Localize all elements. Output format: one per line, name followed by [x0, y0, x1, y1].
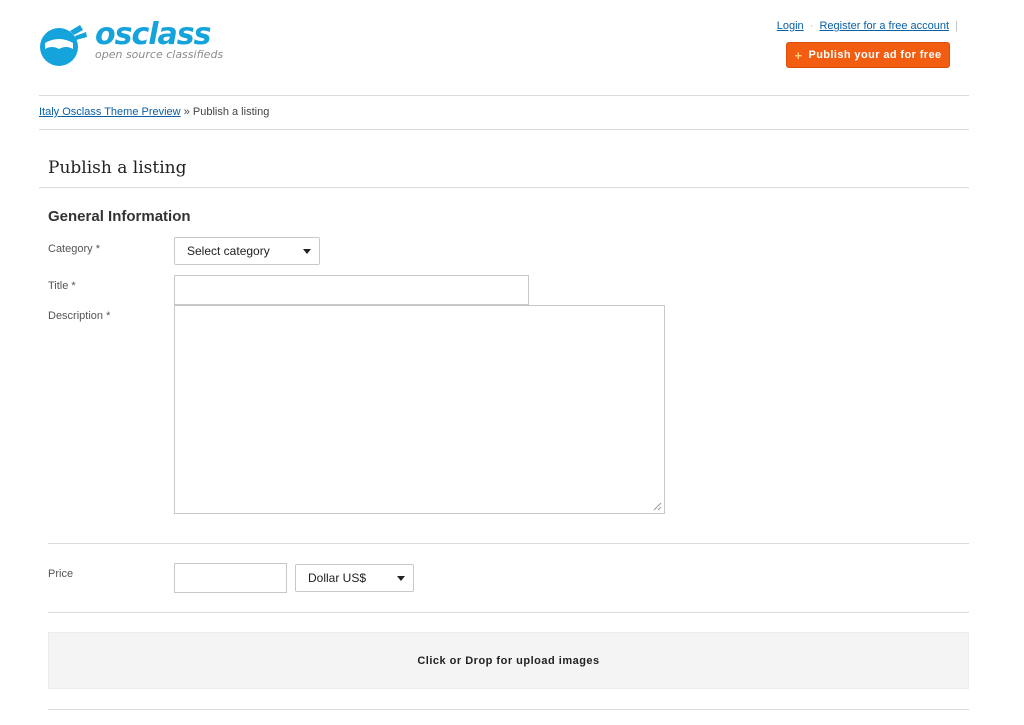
- site-logo[interactable]: osclass open source classifieds: [37, 18, 237, 68]
- site-header: osclass open source classifieds Login · …: [0, 0, 1024, 96]
- section-title-general-information: General Information: [48, 208, 191, 225]
- publish-ad-button-label: Publish your ad for free: [808, 49, 942, 61]
- title-label: Title *: [48, 280, 76, 292]
- account-links: Login · Register for a free account |: [777, 20, 961, 32]
- title-input[interactable]: [174, 275, 529, 305]
- login-link[interactable]: Login: [777, 20, 804, 32]
- description-divider: [48, 543, 969, 544]
- title-divider: [39, 187, 969, 188]
- breadcrumb-separator: »: [183, 106, 190, 118]
- price-input[interactable]: [174, 563, 287, 593]
- category-select-value: Select category: [187, 244, 270, 258]
- resize-grip-icon[interactable]: [653, 502, 662, 511]
- category-select[interactable]: Select category: [174, 237, 320, 265]
- osclass-logo-icon: [40, 25, 87, 66]
- price-label: Price: [48, 568, 74, 580]
- upload-dropzone-label: Click or Drop for upload images: [417, 654, 600, 667]
- currency-select[interactable]: Dollar US$: [295, 564, 414, 592]
- plus-icon: +: [794, 47, 803, 63]
- image-upload-dropzone[interactable]: Click or Drop for upload images: [48, 632, 969, 689]
- page-title: Publish a listing: [48, 158, 187, 178]
- chevron-down-icon: [303, 249, 311, 254]
- breadcrumb-home-link[interactable]: Italy Osclass Theme Preview: [39, 106, 181, 118]
- breadcrumb-current: Publish a listing: [192, 106, 270, 118]
- logo-tagline: open source classifieds: [95, 48, 224, 61]
- currency-select-value: Dollar US$: [308, 571, 367, 585]
- description-textarea[interactable]: [174, 305, 665, 514]
- register-link[interactable]: Register for a free account: [819, 20, 949, 32]
- header-divider: [39, 95, 969, 96]
- upload-divider: [48, 709, 969, 710]
- price-divider: [48, 612, 969, 613]
- category-label: Category *: [48, 243, 100, 255]
- breadcrumb: Italy Osclass Theme Preview » Publish a …: [39, 106, 269, 118]
- publish-ad-button[interactable]: + Publish your ad for free: [786, 42, 950, 68]
- description-label: Description *: [48, 310, 111, 322]
- link-pipe: |: [955, 20, 958, 32]
- link-separator: ·: [809, 20, 814, 32]
- logo-wordmark: osclass: [95, 17, 211, 52]
- chevron-down-icon: [397, 576, 405, 581]
- breadcrumb-divider: [39, 129, 969, 130]
